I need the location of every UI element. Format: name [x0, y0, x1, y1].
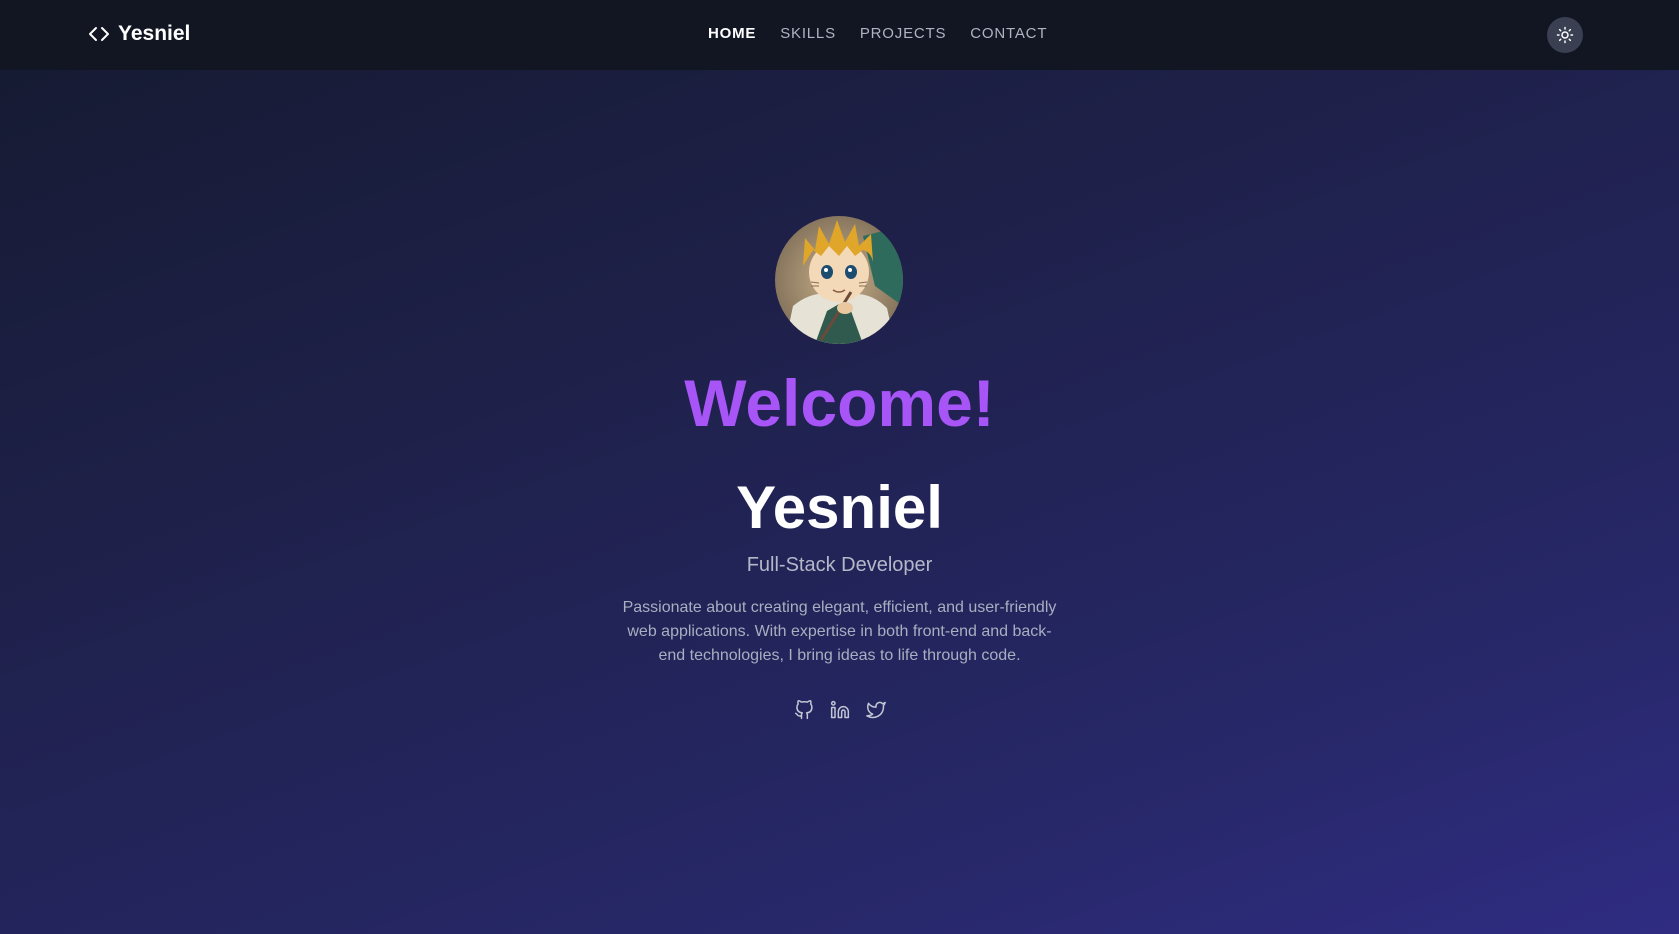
nav-skills[interactable]: SKILLS — [780, 25, 836, 42]
sun-icon — [1556, 26, 1574, 44]
avatar — [775, 216, 903, 344]
code-brackets-icon — [87, 22, 111, 46]
twitter-link[interactable] — [865, 700, 886, 720]
main-nav: HOME SKILLS PROJECTS CONTACT — [708, 25, 1071, 42]
social-links — [0, 700, 1679, 720]
hero-role: Full-Stack Developer — [746, 554, 933, 576]
github-icon — [794, 700, 814, 720]
navbar: Yesniel HOME SKILLS PROJECTS CONTACT — [0, 0, 1679, 70]
nav-contact[interactable]: CONTACT — [970, 25, 1047, 42]
hero-bio: Passionate about creating elegant, effic… — [622, 599, 1057, 664]
linkedin-icon — [830, 700, 850, 720]
welcome-heading: Welcome! — [684, 366, 995, 440]
twitter-icon — [865, 700, 886, 720]
github-link[interactable] — [794, 700, 814, 720]
brand-name: Yesniel — [118, 22, 191, 45]
brand-logo[interactable]: Yesniel — [87, 22, 190, 46]
linkedin-link[interactable] — [830, 700, 850, 720]
nav-home[interactable]: HOME — [708, 25, 756, 42]
anime-avatar — [775, 216, 903, 344]
nav-projects[interactable]: PROJECTS — [860, 25, 946, 42]
theme-toggle-button[interactable] — [1547, 17, 1583, 53]
hero-name: Yesniel — [736, 474, 943, 541]
